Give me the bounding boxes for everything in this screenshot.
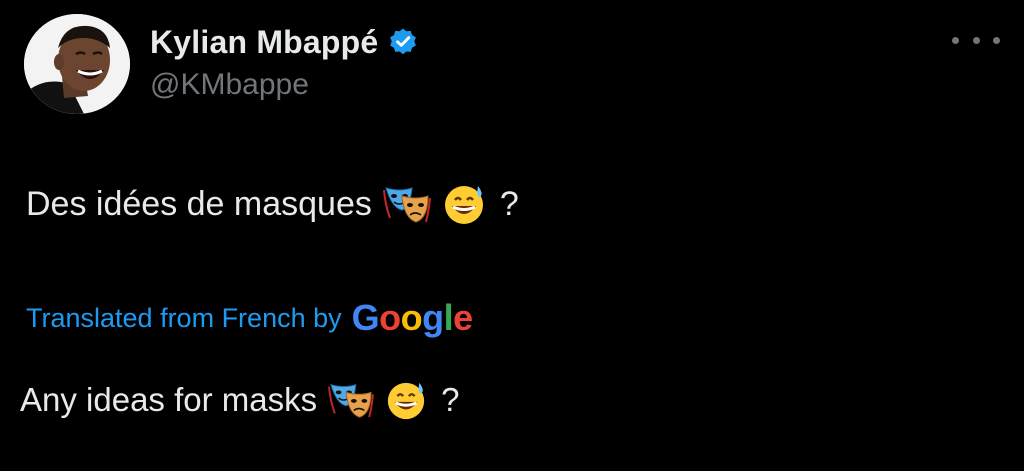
performing-arts-emoji — [382, 182, 432, 226]
more-options-icon[interactable] — [952, 28, 1000, 52]
google-logo-letter: g — [422, 297, 444, 338]
author-handle[interactable]: @KMbappe — [150, 68, 309, 102]
tweet-text-body: Des idées de masques — [26, 184, 372, 223]
dot — [993, 36, 1000, 44]
verified-badge-icon[interactable] — [388, 27, 418, 57]
dot — [952, 36, 959, 44]
tweet: Kylian Mbappé @KMbappe Des idées de masq… — [0, 0, 1024, 471]
google-logo-letter: o — [379, 297, 401, 338]
tweet-text-suffix: ? — [499, 184, 519, 223]
google-logo-letter: l — [443, 297, 454, 338]
google-logo: Google — [351, 297, 474, 339]
translated-text-suffix: ? — [441, 381, 460, 418]
translated-text: Any ideas for masks ? — [20, 376, 459, 424]
google-logo-letter: o — [400, 297, 423, 338]
grinning-sweat-emoji — [442, 182, 486, 226]
performing-arts-emoji — [327, 379, 375, 421]
google-logo-letter: G — [351, 297, 380, 338]
translated-text-body: Any ideas for masks — [20, 381, 318, 418]
author-name-row: Kylian Mbappé — [150, 22, 418, 62]
avatar-photo — [24, 14, 130, 114]
avatar[interactable] — [24, 14, 130, 114]
grinning-sweat-emoji — [385, 379, 427, 421]
author-display-name[interactable]: Kylian Mbappé — [150, 24, 378, 61]
translation-attribution[interactable]: Translated from French by Google — [26, 296, 473, 340]
tweet-text: Des idées de masques ? — [26, 180, 519, 228]
translation-label[interactable]: Translated from French by — [26, 303, 342, 334]
google-logo-letter: e — [453, 297, 473, 338]
dot — [972, 36, 980, 44]
